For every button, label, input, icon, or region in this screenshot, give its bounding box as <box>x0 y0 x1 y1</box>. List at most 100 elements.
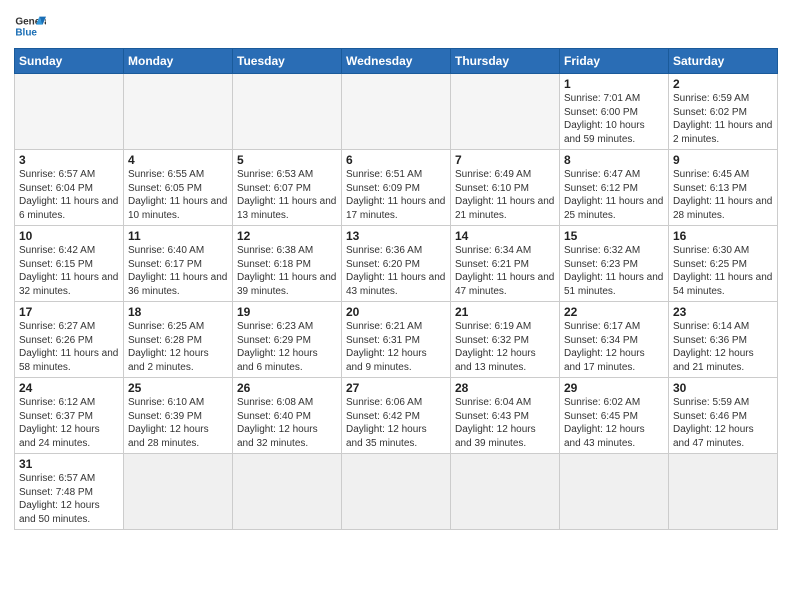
calendar-day-cell: 17Sunrise: 6:27 AM Sunset: 6:26 PM Dayli… <box>15 302 124 378</box>
calendar-header-wednesday: Wednesday <box>342 49 451 74</box>
calendar-header-tuesday: Tuesday <box>233 49 342 74</box>
calendar-day-cell: 26Sunrise: 6:08 AM Sunset: 6:40 PM Dayli… <box>233 378 342 454</box>
calendar-day-cell <box>233 454 342 530</box>
day-number: 1 <box>564 77 664 91</box>
day-number: 25 <box>128 381 228 395</box>
calendar-day-cell: 27Sunrise: 6:06 AM Sunset: 6:42 PM Dayli… <box>342 378 451 454</box>
calendar-header-thursday: Thursday <box>451 49 560 74</box>
calendar-body: 1Sunrise: 7:01 AM Sunset: 6:00 PM Daylig… <box>15 74 778 530</box>
day-info: Sunrise: 6:51 AM Sunset: 6:09 PM Dayligh… <box>346 168 446 222</box>
calendar-table: SundayMondayTuesdayWednesdayThursdayFrid… <box>14 48 778 530</box>
calendar-day-cell <box>560 454 669 530</box>
day-info: Sunrise: 6:49 AM Sunset: 6:10 PM Dayligh… <box>455 168 555 222</box>
calendar-week-row: 10Sunrise: 6:42 AM Sunset: 6:15 PM Dayli… <box>15 226 778 302</box>
day-number: 11 <box>128 229 228 243</box>
day-info: Sunrise: 6:27 AM Sunset: 6:26 PM Dayligh… <box>19 320 119 374</box>
svg-text:Blue: Blue <box>15 27 37 38</box>
day-number: 20 <box>346 305 446 319</box>
day-number: 12 <box>237 229 337 243</box>
calendar-week-row: 24Sunrise: 6:12 AM Sunset: 6:37 PM Dayli… <box>15 378 778 454</box>
calendar-day-cell <box>124 454 233 530</box>
day-info: Sunrise: 6:42 AM Sunset: 6:15 PM Dayligh… <box>19 244 119 298</box>
day-number: 22 <box>564 305 664 319</box>
day-number: 30 <box>673 381 773 395</box>
day-number: 18 <box>128 305 228 319</box>
calendar-week-row: 3Sunrise: 6:57 AM Sunset: 6:04 PM Daylig… <box>15 150 778 226</box>
day-number: 2 <box>673 77 773 91</box>
calendar-day-cell <box>342 74 451 150</box>
day-info: Sunrise: 6:30 AM Sunset: 6:25 PM Dayligh… <box>673 244 773 298</box>
calendar-day-cell: 9Sunrise: 6:45 AM Sunset: 6:13 PM Daylig… <box>669 150 778 226</box>
calendar-week-row: 31Sunrise: 6:57 AM Sunset: 7:48 PM Dayli… <box>15 454 778 530</box>
calendar-day-cell: 18Sunrise: 6:25 AM Sunset: 6:28 PM Dayli… <box>124 302 233 378</box>
logo: General Blue <box>14 10 46 42</box>
day-info: Sunrise: 6:47 AM Sunset: 6:12 PM Dayligh… <box>564 168 664 222</box>
day-info: Sunrise: 6:25 AM Sunset: 6:28 PM Dayligh… <box>128 320 228 374</box>
day-info: Sunrise: 6:57 AM Sunset: 6:04 PM Dayligh… <box>19 168 119 222</box>
day-info: Sunrise: 6:40 AM Sunset: 6:17 PM Dayligh… <box>128 244 228 298</box>
day-info: Sunrise: 6:32 AM Sunset: 6:23 PM Dayligh… <box>564 244 664 298</box>
calendar-header-row: SundayMondayTuesdayWednesdayThursdayFrid… <box>15 49 778 74</box>
generalblue-logo-icon: General Blue <box>14 10 46 42</box>
calendar-day-cell: 15Sunrise: 6:32 AM Sunset: 6:23 PM Dayli… <box>560 226 669 302</box>
day-info: Sunrise: 6:23 AM Sunset: 6:29 PM Dayligh… <box>237 320 337 374</box>
calendar-day-cell: 12Sunrise: 6:38 AM Sunset: 6:18 PM Dayli… <box>233 226 342 302</box>
day-number: 8 <box>564 153 664 167</box>
day-number: 31 <box>19 457 119 471</box>
day-info: Sunrise: 6:21 AM Sunset: 6:31 PM Dayligh… <box>346 320 446 374</box>
calendar-day-cell: 31Sunrise: 6:57 AM Sunset: 7:48 PM Dayli… <box>15 454 124 530</box>
calendar-header-saturday: Saturday <box>669 49 778 74</box>
calendar-day-cell: 30Sunrise: 5:59 AM Sunset: 6:46 PM Dayli… <box>669 378 778 454</box>
day-info: Sunrise: 6:19 AM Sunset: 6:32 PM Dayligh… <box>455 320 555 374</box>
calendar-day-cell: 10Sunrise: 6:42 AM Sunset: 6:15 PM Dayli… <box>15 226 124 302</box>
calendar-day-cell: 5Sunrise: 6:53 AM Sunset: 6:07 PM Daylig… <box>233 150 342 226</box>
day-info: Sunrise: 6:53 AM Sunset: 6:07 PM Dayligh… <box>237 168 337 222</box>
calendar-day-cell: 8Sunrise: 6:47 AM Sunset: 6:12 PM Daylig… <box>560 150 669 226</box>
day-number: 19 <box>237 305 337 319</box>
day-info: Sunrise: 6:04 AM Sunset: 6:43 PM Dayligh… <box>455 396 555 450</box>
day-info: Sunrise: 6:08 AM Sunset: 6:40 PM Dayligh… <box>237 396 337 450</box>
day-number: 28 <box>455 381 555 395</box>
day-info: Sunrise: 6:45 AM Sunset: 6:13 PM Dayligh… <box>673 168 773 222</box>
calendar-day-cell <box>342 454 451 530</box>
page: General Blue SundayMondayTuesdayWednesda… <box>0 0 792 612</box>
calendar-day-cell <box>451 454 560 530</box>
calendar-day-cell: 20Sunrise: 6:21 AM Sunset: 6:31 PM Dayli… <box>342 302 451 378</box>
header: General Blue <box>14 10 778 42</box>
day-info: Sunrise: 6:36 AM Sunset: 6:20 PM Dayligh… <box>346 244 446 298</box>
calendar-day-cell: 28Sunrise: 6:04 AM Sunset: 6:43 PM Dayli… <box>451 378 560 454</box>
day-info: Sunrise: 6:59 AM Sunset: 6:02 PM Dayligh… <box>673 92 773 146</box>
day-number: 27 <box>346 381 446 395</box>
calendar-day-cell: 7Sunrise: 6:49 AM Sunset: 6:10 PM Daylig… <box>451 150 560 226</box>
day-number: 15 <box>564 229 664 243</box>
calendar-day-cell <box>15 74 124 150</box>
day-number: 3 <box>19 153 119 167</box>
calendar-header-sunday: Sunday <box>15 49 124 74</box>
day-number: 4 <box>128 153 228 167</box>
calendar-day-cell <box>124 74 233 150</box>
calendar-day-cell: 23Sunrise: 6:14 AM Sunset: 6:36 PM Dayli… <box>669 302 778 378</box>
day-info: Sunrise: 6:38 AM Sunset: 6:18 PM Dayligh… <box>237 244 337 298</box>
calendar-header-monday: Monday <box>124 49 233 74</box>
day-info: Sunrise: 6:02 AM Sunset: 6:45 PM Dayligh… <box>564 396 664 450</box>
day-number: 14 <box>455 229 555 243</box>
calendar-day-cell: 3Sunrise: 6:57 AM Sunset: 6:04 PM Daylig… <box>15 150 124 226</box>
calendar-day-cell: 11Sunrise: 6:40 AM Sunset: 6:17 PM Dayli… <box>124 226 233 302</box>
calendar-day-cell <box>669 454 778 530</box>
day-info: Sunrise: 6:06 AM Sunset: 6:42 PM Dayligh… <box>346 396 446 450</box>
calendar-day-cell: 25Sunrise: 6:10 AM Sunset: 6:39 PM Dayli… <box>124 378 233 454</box>
day-info: Sunrise: 6:14 AM Sunset: 6:36 PM Dayligh… <box>673 320 773 374</box>
calendar-day-cell: 29Sunrise: 6:02 AM Sunset: 6:45 PM Dayli… <box>560 378 669 454</box>
calendar-day-cell: 13Sunrise: 6:36 AM Sunset: 6:20 PM Dayli… <box>342 226 451 302</box>
day-number: 9 <box>673 153 773 167</box>
day-info: Sunrise: 6:12 AM Sunset: 6:37 PM Dayligh… <box>19 396 119 450</box>
calendar-header-friday: Friday <box>560 49 669 74</box>
calendar-day-cell: 22Sunrise: 6:17 AM Sunset: 6:34 PM Dayli… <box>560 302 669 378</box>
day-number: 26 <box>237 381 337 395</box>
calendar-day-cell: 16Sunrise: 6:30 AM Sunset: 6:25 PM Dayli… <box>669 226 778 302</box>
day-number: 24 <box>19 381 119 395</box>
day-number: 7 <box>455 153 555 167</box>
day-info: Sunrise: 6:17 AM Sunset: 6:34 PM Dayligh… <box>564 320 664 374</box>
day-number: 21 <box>455 305 555 319</box>
day-info: Sunrise: 6:10 AM Sunset: 6:39 PM Dayligh… <box>128 396 228 450</box>
